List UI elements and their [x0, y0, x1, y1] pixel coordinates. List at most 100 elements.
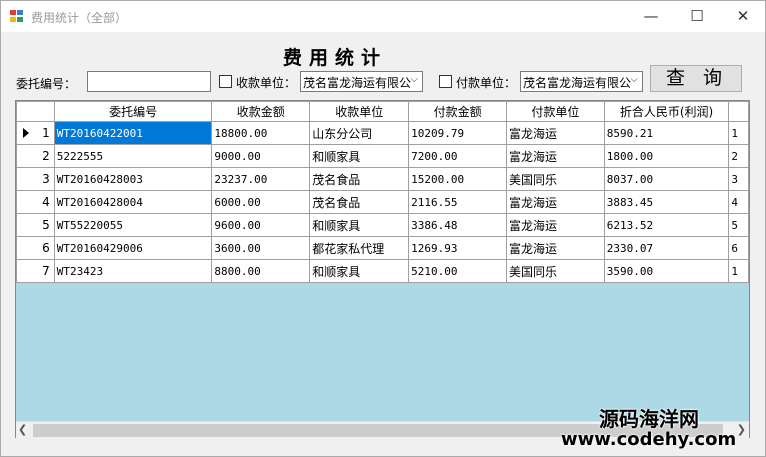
row-header[interactable]: 2: [16, 144, 55, 168]
pay-unit-label: 付款单位：: [456, 76, 517, 90]
grid-corner-cell[interactable]: [16, 101, 55, 122]
cell-extra[interactable]: 5: [728, 213, 749, 237]
column-header-receive-amount[interactable]: 收款金额: [211, 101, 311, 122]
title-bar[interactable]: 费用统计（全部） — ☐ ✕: [1, 1, 765, 32]
column-header-pay-amount[interactable]: 付款金额: [408, 101, 508, 122]
cell-receive-unit[interactable]: 茂名食品: [309, 167, 410, 191]
cell-pay-amount[interactable]: 5210.00: [408, 259, 508, 283]
chevron-down-icon: ⌵: [630, 74, 638, 85]
column-header-receive-unit[interactable]: 收款单位: [309, 101, 410, 122]
cell-receive-unit[interactable]: 茂名食品: [309, 190, 410, 214]
receive-unit-selected: 茂名富龙海运有限公: [303, 76, 412, 90]
column-header-extra[interactable]: [728, 101, 749, 122]
table-row[interactable]: 5 WT55220055 9600.00 和顺家具 3386.48 富龙海运 6213.52…: [16, 213, 749, 237]
row-header[interactable]: 4: [16, 190, 55, 214]
cell-receive-unit[interactable]: 和顺家具: [309, 144, 410, 168]
row-header[interactable]: 6: [16, 236, 55, 260]
cell-entrust-number[interactable]: WT20160429006: [53, 236, 213, 260]
cell-pay-amount[interactable]: 1269.93: [408, 236, 508, 260]
cell-pay-unit[interactable]: 富龙海运: [506, 213, 605, 237]
row-number: 4: [42, 195, 50, 209]
cell-receive-unit[interactable]: 山东分公司: [309, 121, 410, 145]
cell-receive-unit[interactable]: 和顺家具: [309, 213, 410, 237]
table-row[interactable]: 3 WT20160428003 23237.00 茂名食品 15200.00 美国同乐 80…: [16, 167, 749, 191]
row-header[interactable]: 7: [16, 259, 55, 283]
row-header[interactable]: 3: [16, 167, 55, 191]
cell-pay-unit[interactable]: 美国同乐: [506, 167, 605, 191]
scroll-left-icon[interactable]: ❮: [18, 423, 27, 436]
pay-unit-selected: 茂名富龙海运有限公: [523, 76, 632, 90]
cell-extra[interactable]: 4: [728, 190, 749, 214]
table-row[interactable]: 4 WT20160428004 6000.00 茂名食品 2116.55 富龙海运 3883…: [16, 190, 749, 214]
cell-rmb-profit[interactable]: 6213.52: [603, 213, 730, 237]
cell-entrust-number[interactable]: WT20160422001: [53, 121, 213, 145]
row-number: 1: [42, 126, 50, 140]
row-number: 6: [42, 241, 50, 255]
close-button[interactable]: ✕: [720, 1, 766, 32]
cell-receive-amount[interactable]: 18800.00: [211, 121, 311, 145]
cell-pay-unit[interactable]: 富龙海运: [506, 144, 605, 168]
table-row[interactable]: 7 WT23423 8800.00 和顺家具 5210.00 美国同乐 3590.00 1: [16, 259, 749, 283]
cell-entrust-number[interactable]: WT20160428004: [53, 190, 213, 214]
column-header-entrust-number[interactable]: 委托编号: [53, 101, 213, 122]
cell-receive-amount[interactable]: 8800.00: [211, 259, 311, 283]
cell-receive-unit[interactable]: 和顺家具: [309, 259, 410, 283]
table-row[interactable]: 2 5222555 9000.00 和顺家具 7200.00 富龙海运 1800.00 2: [16, 144, 749, 168]
cell-extra[interactable]: 2: [728, 144, 749, 168]
cell-pay-amount[interactable]: 7200.00: [408, 144, 508, 168]
cell-pay-unit[interactable]: 富龙海运: [506, 190, 605, 214]
cell-extra[interactable]: 1: [728, 121, 749, 145]
cell-rmb-profit[interactable]: 3590.00: [603, 259, 730, 283]
cell-rmb-profit[interactable]: 8590.21: [603, 121, 730, 145]
cell-entrust-number[interactable]: WT55220055: [53, 213, 213, 237]
cell-pay-unit[interactable]: 富龙海运: [506, 121, 605, 145]
chevron-down-icon: ⌵: [410, 74, 418, 85]
window-title: 费用统计（全部）: [31, 11, 128, 25]
cell-entrust-number[interactable]: WT20160428003: [53, 167, 213, 191]
watermark-site-name: 源码海洋网: [599, 407, 699, 431]
cell-pay-amount[interactable]: 2116.55: [408, 190, 508, 214]
cell-pay-amount[interactable]: 10209.79: [408, 121, 508, 145]
watermark-url: www.codehy.com: [561, 429, 737, 450]
table-row[interactable]: 6 WT20160429006 3600.00 都花家私代理 1269.93 富龙海运 23…: [16, 236, 749, 260]
cell-receive-amount[interactable]: 3600.00: [211, 236, 311, 260]
cell-pay-unit[interactable]: 富龙海运: [506, 236, 605, 260]
cell-extra[interactable]: 3: [728, 167, 749, 191]
column-header-rmb-profit[interactable]: 折合人民币(利润): [603, 101, 730, 122]
cell-extra[interactable]: 1: [728, 259, 749, 283]
form-title: 费用统计: [283, 47, 388, 69]
cell-rmb-profit[interactable]: 1800.00: [603, 144, 730, 168]
entrust-number-input[interactable]: [87, 71, 211, 92]
cell-receive-amount[interactable]: 23237.00: [211, 167, 311, 191]
pay-unit-checkbox[interactable]: [439, 75, 452, 88]
cell-receive-unit[interactable]: 都花家私代理: [309, 236, 410, 260]
minimize-button[interactable]: —: [628, 1, 674, 32]
cell-entrust-number[interactable]: 5222555: [53, 144, 213, 168]
row-header[interactable]: 5: [16, 213, 55, 237]
current-row-icon: [23, 128, 29, 138]
cell-pay-unit[interactable]: 美国同乐: [506, 259, 605, 283]
column-header-pay-unit[interactable]: 付款单位: [506, 101, 605, 122]
cell-receive-amount[interactable]: 9000.00: [211, 144, 311, 168]
cell-extra[interactable]: 6: [728, 236, 749, 260]
cell-receive-amount[interactable]: 9600.00: [211, 213, 311, 237]
cell-pay-amount[interactable]: 15200.00: [408, 167, 508, 191]
cell-entrust-number[interactable]: WT23423: [53, 259, 213, 283]
query-button[interactable]: 查询: [650, 65, 742, 92]
cell-rmb-profit[interactable]: 8037.00: [603, 167, 730, 191]
scroll-right-icon[interactable]: ❯: [737, 423, 746, 436]
cell-rmb-profit[interactable]: 3883.45: [603, 190, 730, 214]
data-grid[interactable]: 委托编号 收款金额 收款单位 付款金额 付款单位 折合人民币(利润) 1 WT20…: [15, 100, 750, 438]
maximize-button[interactable]: ☐: [674, 1, 720, 32]
pay-unit-select[interactable]: 茂名富龙海运有限公 ⌵: [520, 71, 643, 92]
cell-receive-amount[interactable]: 6000.00: [211, 190, 311, 214]
entrust-number-label: 委托编号：: [16, 77, 77, 91]
cell-pay-amount[interactable]: 3386.48: [408, 213, 508, 237]
cell-rmb-profit[interactable]: 2330.07: [603, 236, 730, 260]
row-header[interactable]: 1: [16, 121, 55, 145]
table-row[interactable]: 1 WT20160422001 18800.00 山东分公司 10209.79 富龙海运 8…: [16, 121, 749, 145]
row-number: 3: [42, 172, 50, 186]
receive-unit-checkbox[interactable]: [219, 75, 232, 88]
receive-unit-select[interactable]: 茂名富龙海运有限公 ⌵: [300, 71, 423, 92]
row-number: 7: [42, 264, 50, 278]
